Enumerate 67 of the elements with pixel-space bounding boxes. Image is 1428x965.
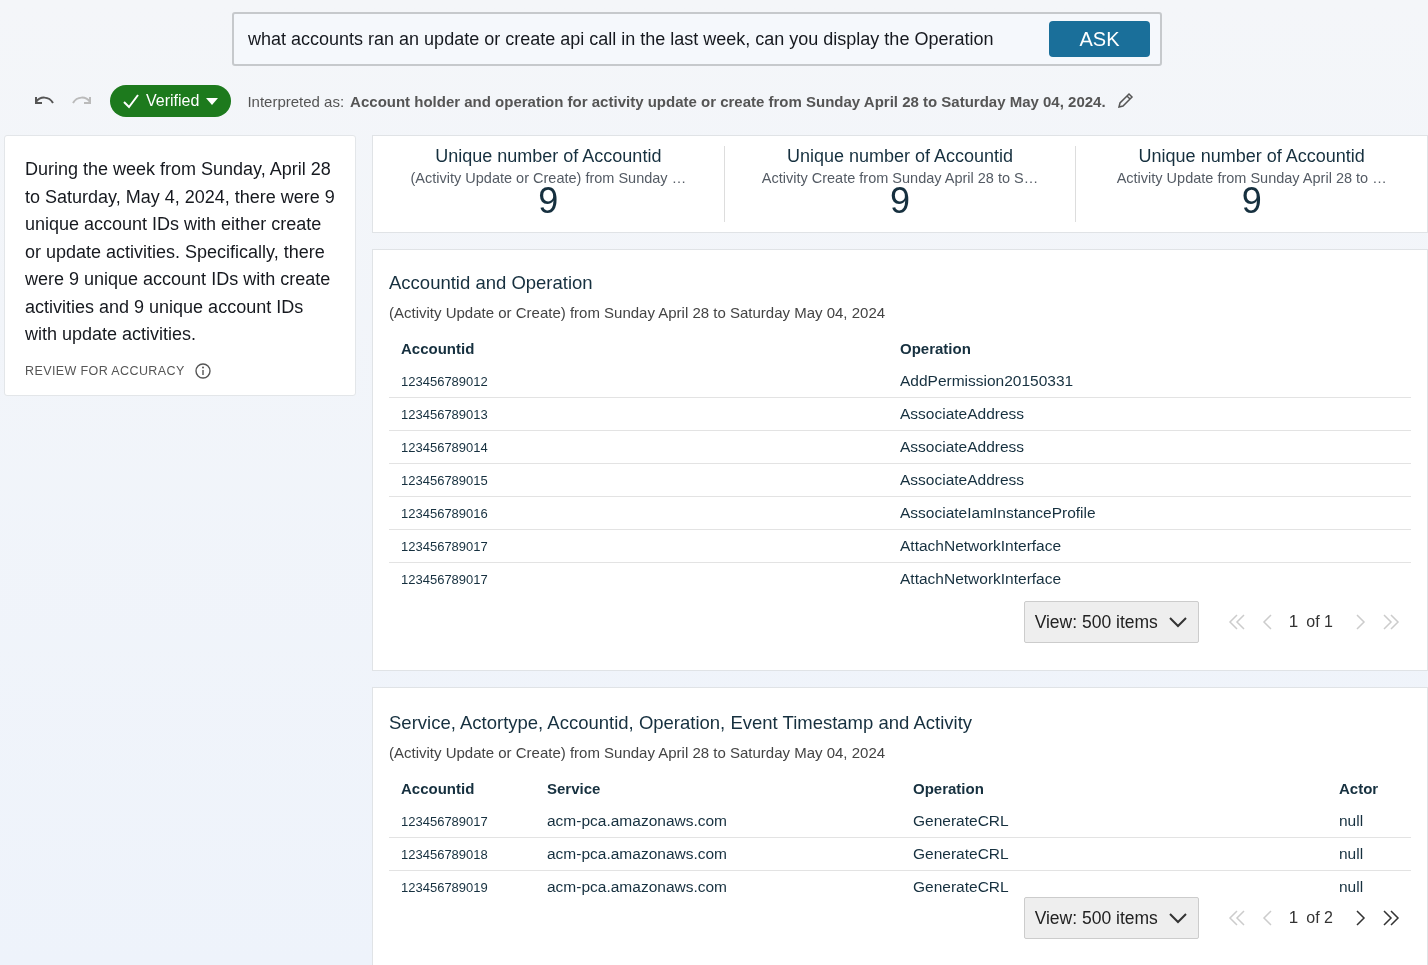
table-subtitle: (Activity Update or Create) from Sunday April 28 to Saturday May 04, 2024: [389, 744, 887, 761]
column-header[interactable]: Operation: [900, 339, 1399, 357]
kpi-title: Unique number of Accountid: [786, 146, 1014, 167]
table-cell-text: 123456789019: [401, 879, 489, 895]
table-title: Accountid and Operation: [389, 272, 594, 294]
kpi-subtitle: Activity Create from Sunday April 28 to S…: [761, 170, 1039, 186]
table-cell-text: AssociateAddress: [900, 438, 1026, 456]
kpi-title: Unique number of Accountid: [1138, 146, 1365, 167]
last-page-icon[interactable]: [1381, 908, 1401, 928]
table-cell-text: GenerateCRL: [913, 845, 1010, 863]
table-cell-text: GenerateCRL: [913, 812, 1010, 830]
table-cell-text: AttachNetworkInterface: [900, 537, 1063, 555]
summary-text: During the week from Sunday, April 28 to Saturday, May 4, 2024, there were 9 unique account IDs with either create or update activities. Specifically, there were 9 unique account IDs with create activities and 9 unique account IDs with update activities.: [25, 158, 335, 346]
column-header[interactable]: Operation: [913, 779, 1339, 797]
table-cell-text: acm-pca.amazonaws.com: [547, 812, 729, 830]
kpi-value: 9: [538, 186, 559, 216]
page-total: of 2: [1306, 909, 1333, 927]
page-number: 1: [1288, 908, 1299, 928]
interpreted-label: Interpreted as:: [247, 92, 345, 110]
chevron-down-icon: [1167, 912, 1188, 924]
table-cell-text: GenerateCRL: [913, 878, 1010, 896]
table-cell-text: AddPermission20150331: [900, 372, 1075, 390]
caret-icon: [205, 96, 220, 106]
query-text: what accounts ran an update or create api call in the last week, can you display the Operation: [248, 28, 995, 50]
table-cell-text: acm-pca.amazonaws.com: [547, 845, 729, 863]
kpi-title: Unique number of Accountid: [435, 146, 662, 167]
table-cell-text: 123456789012: [401, 373, 489, 389]
table-cell-text: 123456789015: [401, 472, 489, 488]
table-cell-text: null: [1339, 812, 1365, 830]
column-header[interactable]: Accountid: [401, 779, 547, 797]
kpi-value: 9: [890, 186, 910, 216]
kpi-subtitle: (Activity Update or Create) from Sunday …: [410, 170, 687, 186]
table-cell-text: 123456789017: [401, 813, 489, 829]
page-total: of 1: [1306, 613, 1333, 631]
search-field[interactable]: what accounts ran an update or create api call in the last week, can you display the Operation ASK: [232, 12, 1162, 66]
table-cell-text: 123456789018: [401, 846, 489, 862]
table-subtitle: (Activity Update or Create) from Sunday April 28 to Saturday May 04, 2024: [389, 304, 887, 321]
table-cell-text: 123456789017: [401, 571, 489, 587]
table-cell-text: AssociateAddress: [900, 471, 1026, 489]
chevron-down-icon: [1167, 616, 1188, 628]
page-size-dropdown[interactable]: View: 500 items: [1023, 601, 1199, 643]
table-cell-text: 123456789016: [401, 505, 489, 521]
table-cell-text: AssociateIamInstanceProfile: [900, 504, 1097, 522]
review-label: REVIEW FOR ACCURACY: [25, 363, 185, 378]
page-number: 1: [1288, 612, 1299, 632]
page-size-dropdown[interactable]: View: 500 items: [1023, 897, 1199, 939]
interpreted-text: Account holder and operation for activity update or create from Sunday April 28 to Saturday May 04, 2024.: [350, 92, 1106, 110]
kpi-subtitle: Activity Update from Sunday April 28 to …: [1116, 170, 1387, 186]
table-title: Service, Actortype, Accountid, Operation, Event Timestamp and Activity: [389, 712, 974, 734]
table-cell-text: null: [1339, 878, 1365, 896]
next-page-icon[interactable]: [1353, 908, 1367, 928]
table-cell-text: 123456789017: [401, 538, 489, 554]
table-cell-text: acm-pca.amazonaws.com: [547, 878, 729, 896]
table-cell-text: null: [1339, 845, 1365, 863]
column-header[interactable]: Actor: [1339, 779, 1399, 797]
table-cell-text: AttachNetworkInterface: [900, 570, 1063, 588]
verified-button[interactable]: Verified: [110, 85, 232, 117]
column-header[interactable]: Service: [547, 779, 913, 797]
kpi-value: 9: [1241, 186, 1262, 216]
info-icon[interactable]: [194, 362, 211, 379]
check-icon: [122, 93, 140, 109]
table-cell-text: 123456789013: [401, 406, 489, 422]
column-header[interactable]: Accountid: [401, 339, 900, 357]
table-cell-text: AssociateAddress: [900, 405, 1026, 423]
table-cell-text: 123456789014: [401, 439, 489, 455]
ask-button[interactable]: ASK: [1049, 21, 1150, 57]
pencil-icon[interactable]: [1115, 92, 1134, 110]
